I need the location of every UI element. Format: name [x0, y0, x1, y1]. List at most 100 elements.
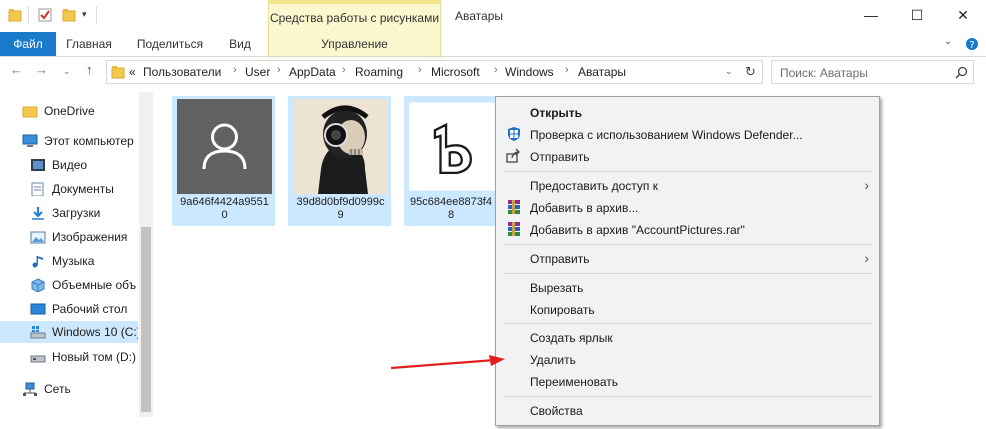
navpane-scrollbar[interactable]: [139, 92, 153, 417]
user-avatar-thumbnail: [177, 99, 272, 194]
share-icon: [506, 148, 520, 163]
menu-item-open[interactable]: Открыть: [496, 101, 879, 123]
up-arrow-icon[interactable]: ↑: [86, 62, 93, 77]
ribbon-divider: [0, 56, 986, 57]
menu-item-rename[interactable]: Переименовать: [496, 370, 879, 392]
breadcrumb-item[interactable]: Windows: [505, 65, 554, 79]
menu-item-copy[interactable]: Копировать: [496, 298, 879, 320]
sidebar-item-this-pc[interactable]: Этот компьютер: [0, 130, 138, 152]
skull-headphones-thumbnail: [293, 99, 388, 194]
maximize-button[interactable]: ☐: [894, 0, 940, 30]
ribbon-expand-icon[interactable]: ⌄: [944, 36, 952, 47]
context-menu: Открыть Проверка с использованием Window…: [495, 96, 880, 426]
window-title: Аватары: [455, 9, 503, 23]
breadcrumb-separator-icon[interactable]: ›: [277, 64, 281, 76]
sidebar-item-video[interactable]: Видео: [0, 154, 138, 176]
recent-locations-icon[interactable]: ⌄: [63, 66, 71, 77]
drive-icon: [30, 326, 46, 339]
network-icon: [23, 382, 37, 396]
search-icon[interactable]: [955, 66, 968, 79]
winrar-icon: [508, 222, 520, 236]
file-name: 95c684ee8873f4 8: [410, 196, 492, 221]
menu-item-cut[interactable]: Вырезать: [496, 276, 879, 298]
menu-item-share-access[interactable]: Предоставить доступ к ›: [496, 174, 879, 196]
title-bar: ▾ Средства работы с рисунками Аватары — …: [0, 0, 986, 58]
menu-item-add-to-rar[interactable]: Добавить в архив "AccountPictures.rar": [496, 218, 879, 240]
forward-arrow-icon[interactable]: →: [35, 62, 48, 77]
submenu-arrow-icon: ›: [864, 177, 869, 193]
tab-home[interactable]: Главная: [58, 32, 120, 56]
breadcrumb-item[interactable]: Пользователи: [143, 65, 221, 79]
file-item[interactable]: 95c684ee8873f4 8: [404, 96, 497, 226]
folder-icon: [111, 66, 125, 79]
tab-share[interactable]: Поделиться: [130, 32, 210, 56]
sidebar-item-onedrive[interactable]: OneDrive: [0, 100, 138, 122]
navigation-pane: OneDrive Этот компьютер Видео Документы …: [0, 92, 154, 417]
refresh-icon[interactable]: ↻: [745, 64, 756, 80]
tab-manage[interactable]: Управление: [268, 32, 441, 56]
address-row: ← → ⌄ ↑ « Пользователи › User › AppData …: [0, 60, 986, 84]
breadcrumb-item[interactable]: Microsoft: [431, 65, 480, 79]
breadcrumb-item[interactable]: User: [245, 65, 270, 79]
breadcrumb-item-current[interactable]: Аватары: [578, 65, 626, 79]
documents-icon: [31, 182, 44, 196]
breadcrumb-overflow[interactable]: «: [129, 65, 136, 79]
menu-item-send-to[interactable]: Отправить ›: [496, 247, 879, 269]
menu-separator: [504, 244, 872, 245]
sidebar-item-desktop[interactable]: Рабочий стол: [0, 298, 138, 320]
sidebar-item-music[interactable]: Музыка: [0, 250, 138, 272]
sidebar-item-network[interactable]: Сеть: [0, 378, 138, 400]
menu-item-properties[interactable]: Свойства: [496, 399, 879, 421]
computer-icon: [22, 134, 38, 147]
file-name: 9a646f4424a9551 0: [180, 196, 269, 221]
3d-objects-icon: [31, 278, 45, 292]
menu-separator: [504, 396, 872, 397]
sidebar-item-drive-c[interactable]: Windows 10 (C:): [0, 321, 138, 343]
svg-text:?: ?: [969, 40, 974, 51]
menu-item-send[interactable]: Отправить: [496, 145, 879, 167]
address-dropdown-icon[interactable]: ⌄: [725, 66, 733, 77]
sidebar-item-downloads[interactable]: Загрузки: [0, 202, 138, 224]
address-bar[interactable]: « Пользователи › User › AppData › Roamin…: [106, 60, 763, 84]
menu-item-add-to-archive[interactable]: Добавить в архив...: [496, 196, 879, 218]
downloads-icon: [32, 207, 44, 220]
file-name: 39d8d0bf9d0999c 9: [296, 196, 385, 221]
winrar-icon: [508, 200, 520, 214]
folder-icon[interactable]: [8, 8, 22, 22]
submenu-arrow-icon: ›: [864, 250, 869, 266]
breadcrumb-separator-icon[interactable]: ›: [418, 64, 422, 76]
help-icon[interactable]: ?: [965, 37, 979, 51]
menu-separator: [504, 273, 872, 274]
tab-view[interactable]: Вид: [218, 32, 262, 56]
close-button[interactable]: ✕: [940, 0, 986, 30]
back-arrow-icon[interactable]: ←: [10, 62, 23, 77]
file-item[interactable]: 39d8d0bf9d0999c 9: [288, 96, 391, 226]
scrollbar-thumb[interactable]: [141, 227, 151, 412]
file-item[interactable]: 9a646f4424a9551 0: [172, 96, 275, 226]
quick-access-dropdown-icon[interactable]: ▾: [82, 9, 87, 20]
menu-item-defender-scan[interactable]: Проверка с использованием Windows Defend…: [496, 123, 879, 145]
tab-file[interactable]: Файл: [0, 32, 56, 56]
sidebar-item-pictures[interactable]: Изображения: [0, 226, 138, 248]
breadcrumb-separator-icon[interactable]: ›: [233, 64, 237, 76]
breadcrumb-item[interactable]: Roaming: [355, 65, 403, 79]
menu-item-create-shortcut[interactable]: Создать ярлык: [496, 326, 879, 348]
context-tab-label: Средства работы с рисунками: [269, 11, 440, 25]
breadcrumb-item[interactable]: AppData: [289, 65, 336, 79]
breadcrumb-separator-icon[interactable]: ›: [565, 64, 569, 76]
pictures-icon: [30, 231, 46, 244]
new-folder-icon[interactable]: [62, 8, 76, 22]
breadcrumb-separator-icon[interactable]: ›: [494, 64, 498, 76]
drive-icon: [30, 355, 46, 363]
search-input[interactable]: Поиск: Аватары: [771, 60, 974, 84]
search-placeholder: Поиск: Аватары: [780, 66, 868, 80]
letter-logo-thumbnail: [409, 102, 497, 191]
sidebar-item-documents[interactable]: Документы: [0, 178, 138, 200]
sidebar-item-drive-d[interactable]: Новый том (D:): [0, 346, 138, 368]
sidebar-item-3d-objects[interactable]: Объемные объ: [0, 274, 138, 296]
menu-item-delete[interactable]: Удалить: [496, 348, 879, 370]
properties-icon[interactable]: [38, 8, 52, 22]
minimize-button[interactable]: —: [848, 0, 894, 30]
desktop-icon: [30, 303, 46, 315]
breadcrumb-separator-icon[interactable]: ›: [342, 64, 346, 76]
